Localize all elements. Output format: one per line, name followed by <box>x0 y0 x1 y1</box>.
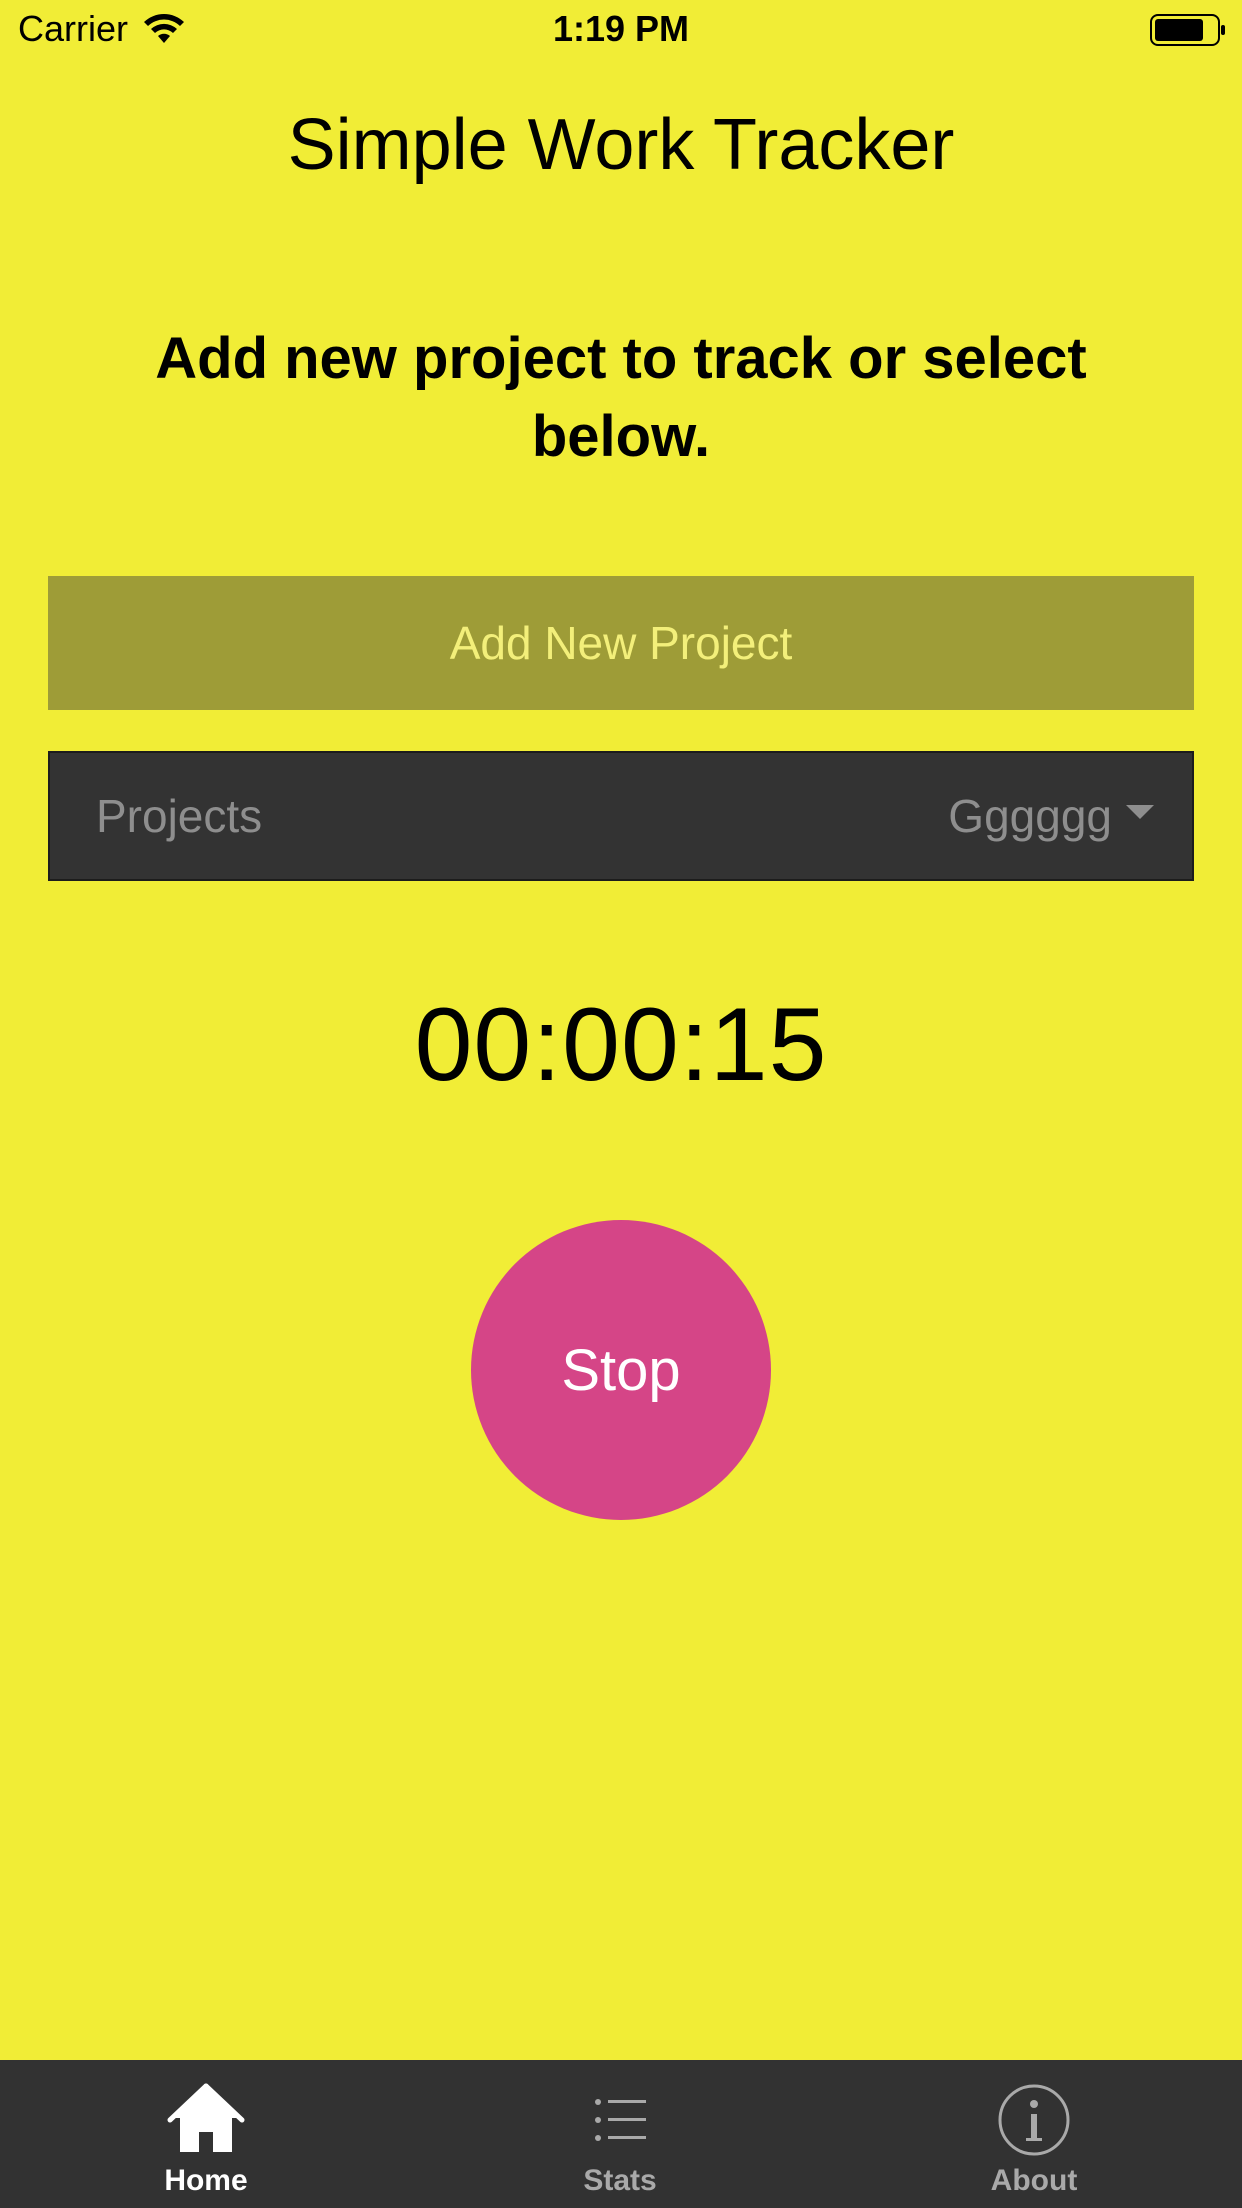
tab-about-label: About <box>990 2164 1078 2197</box>
projects-label: Projects <box>96 790 263 842</box>
list-icon <box>595 2099 646 2141</box>
tab-about[interactable]: About <box>884 2060 1184 2208</box>
info-icon <box>998 2084 1070 2156</box>
status-time: 1:19 PM <box>552 8 690 49</box>
home-icon <box>167 2083 245 2152</box>
battery-icon <box>1150 14 1225 46</box>
tab-home-label: Home <box>164 2164 248 2197</box>
add-new-project-button[interactable]: Add New Project <box>48 576 1194 710</box>
status-bar: Carrier 1:19 PM <box>0 0 1242 60</box>
caret-down-icon <box>1126 805 1154 819</box>
tab-stats-label: Stats <box>583 2164 657 2197</box>
stop-button[interactable]: Stop <box>471 1220 771 1520</box>
elapsed-timer: 00:00:15 <box>414 987 828 1103</box>
instruction-text: Add new project to track or select below… <box>155 326 1087 469</box>
projects-selected-value: Gggggg <box>948 790 1112 842</box>
page-title: Simple Work Tracker <box>287 105 955 185</box>
tab-stats[interactable]: Stats <box>470 2060 770 2208</box>
projects-dropdown[interactable]: Projects Gggggg <box>48 751 1194 881</box>
tab-home[interactable]: Home <box>56 2060 356 2208</box>
tab-bar: Home Stats About <box>0 2060 1242 2208</box>
